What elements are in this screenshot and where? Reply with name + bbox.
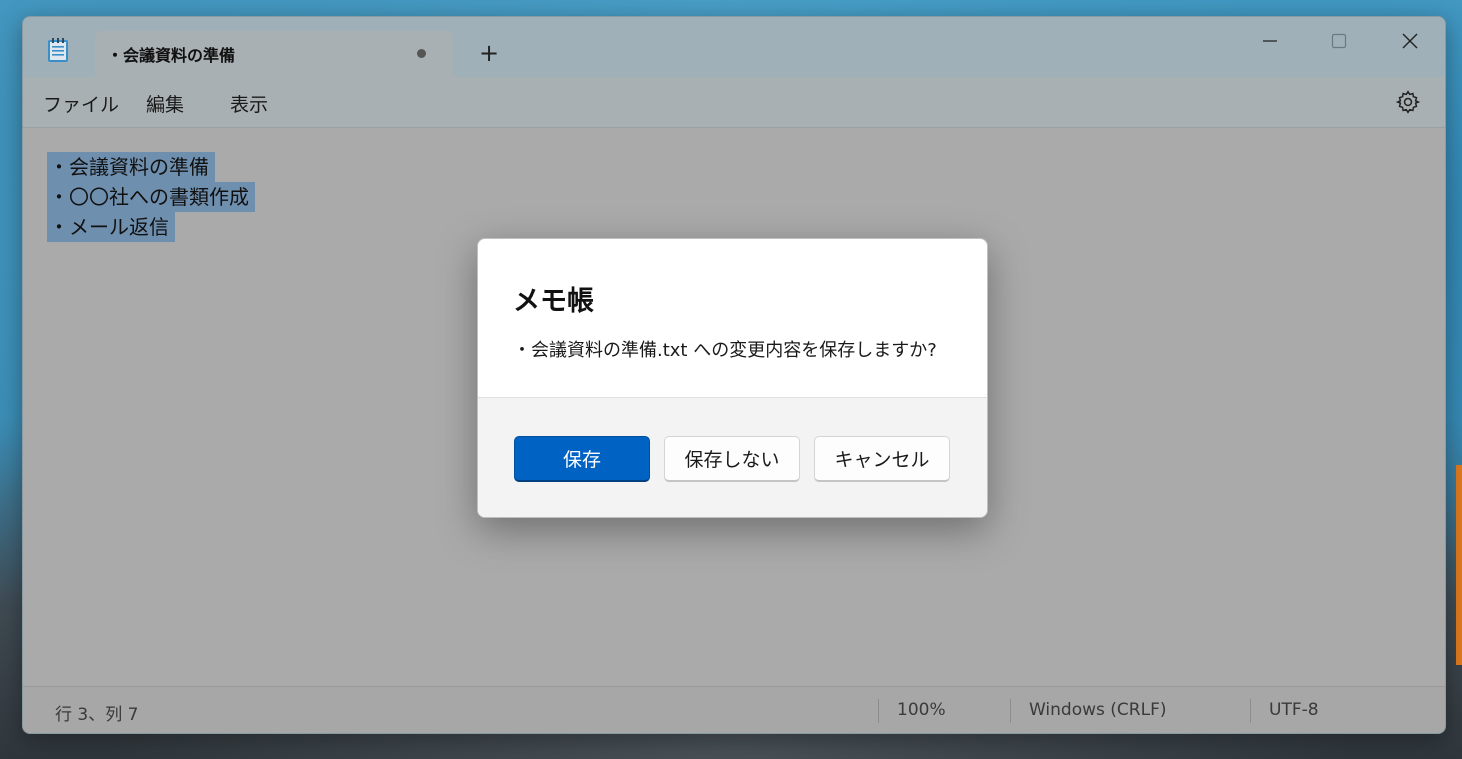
- editor-line-3: ・メール返信: [47, 212, 175, 242]
- menu-edit[interactable]: 編集: [146, 90, 184, 117]
- cancel-button[interactable]: キャンセル: [814, 436, 950, 482]
- dont-save-button[interactable]: 保存しない: [664, 436, 800, 482]
- save-button[interactable]: 保存: [514, 436, 650, 482]
- save-changes-dialog: メモ帳 ・会議資料の準備.txt への変更内容を保存しますか? 保存 保存しない…: [477, 238, 988, 518]
- status-divider: [1250, 699, 1251, 723]
- maximize-icon: [1331, 33, 1347, 49]
- gear-icon[interactable]: [1395, 89, 1421, 115]
- dialog-message: ・会議資料の準備.txt への変更内容を保存しますか?: [513, 340, 937, 361]
- minimize-button[interactable]: [1247, 23, 1293, 59]
- menu-bar: ファイル 編集 表示: [23, 77, 1445, 128]
- status-bar: 行 3、列 7 100% Windows (CRLF) UTF-8: [23, 686, 1445, 733]
- title-bar: ・会議資料の準備 +: [23, 17, 1445, 77]
- cursor-position: 行 3、列 7: [55, 705, 139, 725]
- zoom-level[interactable]: 100%: [897, 700, 946, 720]
- editor-line-1: ・会議資料の準備: [47, 152, 215, 182]
- menu-view[interactable]: 表示: [230, 90, 268, 117]
- encoding[interactable]: UTF-8: [1269, 700, 1319, 720]
- status-divider: [1010, 699, 1011, 723]
- document-tab[interactable]: ・会議資料の準備: [95, 31, 453, 77]
- plus-icon[interactable]: +: [475, 41, 503, 69]
- close-icon: [1402, 33, 1418, 49]
- editor-line-2: ・〇〇社への書類作成: [47, 182, 255, 212]
- close-button[interactable]: [1387, 23, 1433, 59]
- maximize-button[interactable]: [1316, 23, 1362, 59]
- notepad-icon: [48, 38, 68, 62]
- tab-title: ・会議資料の準備: [107, 46, 236, 65]
- menu-file[interactable]: ファイル: [43, 90, 119, 117]
- background-window-edge: [1456, 465, 1462, 665]
- unsaved-indicator-icon[interactable]: [417, 49, 426, 58]
- dialog-title: メモ帳: [513, 286, 594, 317]
- status-divider: [878, 699, 879, 723]
- dialog-footer: 保存 保存しない キャンセル: [478, 397, 987, 517]
- line-ending[interactable]: Windows (CRLF): [1029, 700, 1167, 720]
- minimize-icon: [1263, 40, 1277, 42]
